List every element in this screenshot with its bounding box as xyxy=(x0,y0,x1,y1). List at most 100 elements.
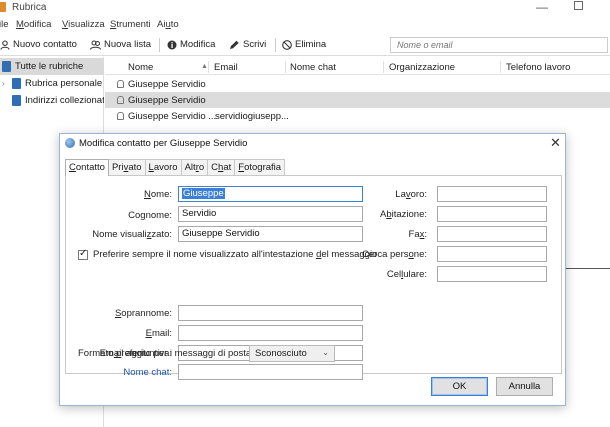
sidebar-item-all-books[interactable]: Tutte le rubriche xyxy=(0,58,104,75)
tab-contatto[interactable]: Contatto xyxy=(65,159,109,176)
last-name-field[interactable]: Servidio xyxy=(178,206,363,222)
edit-label: Modifica xyxy=(180,39,216,50)
display-name-field[interactable]: Giuseppe Servidio xyxy=(178,226,363,242)
display-name-label: Nome visualizzato: xyxy=(92,229,172,240)
edit-contact-dialog: Modifica contatto per Giuseppe Servidio … xyxy=(59,133,566,406)
menu-strumenti[interactable]: Strumenti xyxy=(110,19,151,30)
contact-icon xyxy=(117,96,124,104)
column-header-name[interactable]: Nome xyxy=(128,62,153,73)
cancel-button[interactable]: Annulla xyxy=(496,377,553,396)
home-phone-label: Abitazione: xyxy=(379,209,427,220)
email-field[interactable] xyxy=(178,325,363,341)
minimize-button[interactable]: — xyxy=(536,0,548,14)
contact-email: servidiogiusepp... xyxy=(215,111,289,122)
search-box[interactable] xyxy=(390,37,608,53)
mail-format-value: Sconosciuto xyxy=(255,348,307,359)
tab-lavoro[interactable]: Lavoro xyxy=(144,159,182,175)
dialog-title: Modifica contatto per Giuseppe Servidio xyxy=(79,138,248,149)
work-phone-field[interactable] xyxy=(437,186,547,202)
sidebar-item-collected[interactable]: Indirizzi collezionati xyxy=(0,92,104,109)
table-row[interactable]: Giuseppe Servidio ... servidiogiusepp... xyxy=(105,108,610,124)
expand-icon[interactable]: › xyxy=(2,79,8,88)
title-bar: Rubrica — xyxy=(0,0,610,16)
column-separator[interactable] xyxy=(285,61,286,73)
tab-privato[interactable]: Privato xyxy=(107,159,146,175)
close-icon[interactable]: ✕ xyxy=(550,135,561,151)
pager-field[interactable] xyxy=(437,246,547,262)
first-name-label: Nome: xyxy=(144,189,172,200)
maximize-button[interactable] xyxy=(574,1,583,10)
delete-icon xyxy=(282,39,292,50)
delete-label: Elimina xyxy=(295,39,327,50)
write-button[interactable]: Scrivi xyxy=(229,39,266,50)
divider xyxy=(566,268,610,269)
mobile-phone-field[interactable] xyxy=(437,266,547,282)
tab-fotografia[interactable]: Fotografia xyxy=(234,159,286,175)
sidebar-item-label: Rubrica personale xyxy=(25,78,103,89)
contact-form: Nome: Cognome: Nome visualizzato: Sopran… xyxy=(65,175,562,380)
menu-bar: ile Modifica Visualizza Strumenti Aiuto xyxy=(0,16,610,32)
new-list-button[interactable]: Nuova lista xyxy=(90,39,151,50)
work-phone-label: Lavoro: xyxy=(395,189,427,200)
new-contact-button[interactable]: Nuovo contatto xyxy=(0,39,77,50)
table-row[interactable]: Giuseppe Servidio xyxy=(105,92,610,108)
new-list-label: Nuova lista xyxy=(104,39,151,50)
app-logo-icon xyxy=(65,138,75,148)
delete-button[interactable]: Elimina xyxy=(282,39,326,50)
column-header-email[interactable]: Email xyxy=(214,62,238,73)
chevron-down-icon: ⌄ xyxy=(322,348,329,357)
info-icon xyxy=(167,40,177,49)
window-title: Rubrica xyxy=(12,2,47,13)
prefer-display-name-label: Preferire sempre il nome visualizzato al… xyxy=(93,249,378,260)
fax-label: Fax: xyxy=(408,229,427,240)
sidebar-item-label: Indirizzi collezionati xyxy=(25,95,104,106)
column-separator[interactable] xyxy=(500,61,501,73)
pager-label: Cerca persone: xyxy=(362,249,427,260)
mail-format-select[interactable]: Sconosciuto ⌄ xyxy=(249,345,335,362)
prefer-display-name-checkbox[interactable] xyxy=(78,248,88,260)
mail-format-label: Formato preferito per i messaggi di post… xyxy=(78,348,254,359)
ok-button[interactable]: OK xyxy=(431,377,488,396)
contact-name: Giuseppe Servidio xyxy=(128,95,206,106)
table-row[interactable]: Giuseppe Servidio xyxy=(105,76,610,92)
last-name-label: Cognome: xyxy=(128,210,172,221)
contacts-table-header: Nome ▲ Email Nome chat Organizzazione Te… xyxy=(105,59,610,75)
address-book-icon xyxy=(2,61,11,72)
new-contact-icon xyxy=(0,39,10,50)
contact-icon xyxy=(117,80,124,88)
menu-modifica[interactable]: Modifica xyxy=(16,19,51,30)
toolbar: Nuovo contatto Nuova lista Modifica Scri… xyxy=(0,34,610,56)
sidebar-item-personal[interactable]: › Rubrica personale xyxy=(0,75,104,92)
toolbar-separator xyxy=(275,38,276,52)
menu-file[interactable]: ile xyxy=(0,19,9,30)
column-header-chat[interactable]: Nome chat xyxy=(290,62,336,73)
column-separator[interactable] xyxy=(208,61,209,73)
column-header-work-phone[interactable]: Telefono lavoro xyxy=(506,62,570,73)
contact-name: Giuseppe Servidio xyxy=(128,79,206,90)
home-phone-field[interactable] xyxy=(437,206,547,222)
address-book-icon xyxy=(12,78,21,89)
sort-ascending-icon: ▲ xyxy=(201,63,208,70)
tab-altro[interactable]: Altro xyxy=(180,159,209,175)
address-book-icon xyxy=(0,2,6,12)
toolbar-separator xyxy=(159,38,160,52)
sidebar-item-label: Tutte le rubriche xyxy=(15,61,84,72)
address-book-icon xyxy=(12,95,21,106)
new-contact-label: Nuovo contatto xyxy=(13,39,77,50)
nickname-field[interactable] xyxy=(178,305,363,321)
chat-name-field[interactable] xyxy=(178,364,363,380)
new-list-icon xyxy=(90,40,101,50)
contact-icon xyxy=(117,112,124,120)
write-label: Scrivi xyxy=(243,39,267,50)
column-header-organization[interactable]: Organizzazione xyxy=(389,62,455,73)
chat-name-label: Nome chat: xyxy=(123,367,172,378)
tab-chat[interactable]: Chat xyxy=(207,159,236,175)
mobile-phone-label: Cellulare: xyxy=(386,269,427,280)
edit-button[interactable]: Modifica xyxy=(167,39,215,50)
column-separator[interactable] xyxy=(383,61,384,73)
menu-aiuto[interactable]: Aiuto xyxy=(157,19,179,30)
search-input[interactable] xyxy=(391,38,607,52)
first-name-field[interactable]: Giuseppe xyxy=(178,186,363,202)
fax-field[interactable] xyxy=(437,226,547,242)
menu-visualizza[interactable]: Visualizza xyxy=(62,19,105,30)
